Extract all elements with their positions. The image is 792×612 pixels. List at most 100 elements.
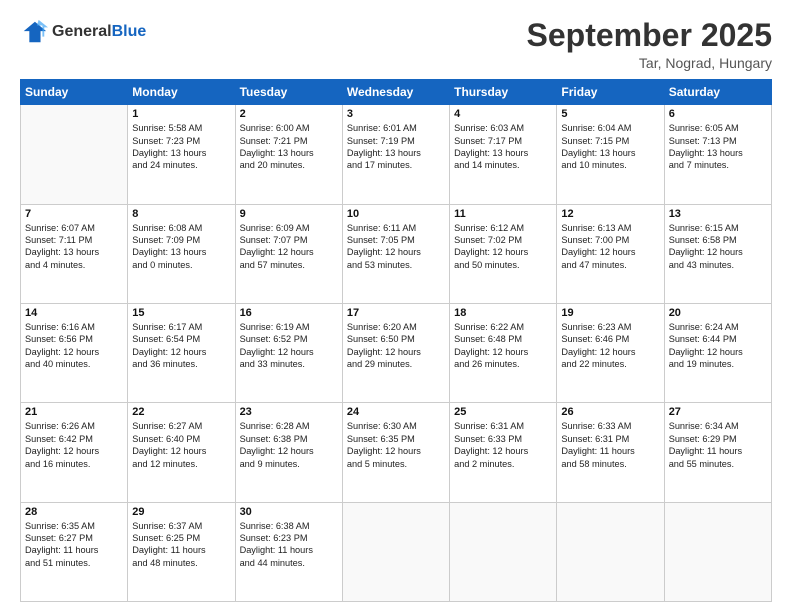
day-number: 27 [669, 406, 767, 418]
cell-info: Sunrise: 6:13 AMSunset: 7:00 PMDaylight:… [561, 222, 659, 272]
calendar-body: 1 Sunrise: 5:58 AMSunset: 7:23 PMDaylight… [21, 105, 772, 602]
calendar-cell: 10 Sunrise: 6:11 AMSunset: 7:05 PMDayligh… [342, 204, 449, 303]
calendar-cell: 11 Sunrise: 6:12 AMSunset: 7:02 PMDayligh… [450, 204, 557, 303]
month-title: September 2025 [527, 18, 772, 53]
calendar-header-row: SundayMondayTuesdayWednesdayThursdayFrid… [21, 80, 772, 105]
calendar-cell [557, 502, 664, 601]
calendar-cell: 6 Sunrise: 6:05 AMSunset: 7:13 PMDaylight… [664, 105, 771, 204]
cell-info: Sunrise: 6:28 AMSunset: 6:38 PMDaylight:… [240, 420, 338, 470]
day-number: 17 [347, 307, 445, 319]
calendar-cell: 15Sunrise: 6:17 AMSunset: 6:54 PMDayligh… [128, 303, 235, 402]
calendar-cell [21, 105, 128, 204]
logo-icon [20, 18, 48, 46]
cell-info: Sunrise: 6:07 AMSunset: 7:11 PMDaylight:… [25, 222, 123, 272]
cell-info: Sunrise: 6:26 AMSunset: 6:42 PMDaylight:… [25, 420, 123, 470]
calendar-cell: 20 Sunrise: 6:24 AMSunset: 6:44 PMDayligh… [664, 303, 771, 402]
cell-info: Sunrise: 6:30 AMSunset: 6:35 PMDaylight:… [347, 420, 445, 470]
day-number: 9 [240, 208, 338, 220]
day-number: 6 [669, 108, 767, 120]
cell-info: Sunrise: 6:22 AMSunset: 6:48 PMDaylight:… [454, 321, 552, 371]
calendar-cell: 9 Sunrise: 6:09 AMSunset: 7:07 PMDaylight… [235, 204, 342, 303]
cell-info: Sunrise: 6:37 AMSunset: 6:25 PMDaylight:… [132, 520, 230, 570]
cell-info: Sunrise: 6:19 AMSunset: 6:52 PMDaylight:… [240, 321, 338, 371]
calendar-cell: 29 Sunrise: 6:37 AMSunset: 6:25 PMDayligh… [128, 502, 235, 601]
calendar-cell: 30Sunrise: 6:38 AMSunset: 6:23 PMDayligh… [235, 502, 342, 601]
calendar-cell: 13 Sunrise: 6:15 AMSunset: 6:58 PMDayligh… [664, 204, 771, 303]
day-number: 13 [669, 208, 767, 220]
day-header-wednesday: Wednesday [342, 80, 449, 105]
day-number: 10 [347, 208, 445, 220]
day-header-tuesday: Tuesday [235, 80, 342, 105]
header: GeneralBlue September 2025 Tar, Nograd, … [20, 18, 772, 71]
day-number: 1 [132, 108, 230, 120]
day-header-sunday: Sunday [21, 80, 128, 105]
calendar-cell: 1 Sunrise: 5:58 AMSunset: 7:23 PMDaylight… [128, 105, 235, 204]
day-number: 5 [561, 108, 659, 120]
calendar-cell: 24Sunrise: 6:30 AMSunset: 6:35 PMDayligh… [342, 403, 449, 502]
day-number: 16 [240, 307, 338, 319]
day-number: 20 [669, 307, 767, 319]
cell-info: Sunrise: 6:24 AMSunset: 6:44 PMDaylight:… [669, 321, 767, 371]
day-header-monday: Monday [128, 80, 235, 105]
calendar-cell [342, 502, 449, 601]
calendar-cell: 22 Sunrise: 6:27 AMSunset: 6:40 PMDayligh… [128, 403, 235, 502]
day-header-friday: Friday [557, 80, 664, 105]
calendar-week-row: 21Sunrise: 6:26 AMSunset: 6:42 PMDayligh… [21, 403, 772, 502]
cell-info: Sunrise: 5:58 AMSunset: 7:23 PMDaylight:… [132, 122, 230, 172]
day-number: 30 [240, 506, 338, 518]
day-number: 7 [25, 208, 123, 220]
logo-blue: Blue [112, 23, 147, 40]
calendar-cell: 7 Sunrise: 6:07 AMSunset: 7:11 PMDaylight… [21, 204, 128, 303]
day-number: 4 [454, 108, 552, 120]
cell-info: Sunrise: 6:03 AMSunset: 7:17 PMDaylight:… [454, 122, 552, 172]
calendar-cell: 18 Sunrise: 6:22 AMSunset: 6:48 PMDayligh… [450, 303, 557, 402]
calendar-cell: 19Sunrise: 6:23 AMSunset: 6:46 PMDayligh… [557, 303, 664, 402]
calendar-cell: 14Sunrise: 6:16 AMSunset: 6:56 PMDayligh… [21, 303, 128, 402]
day-header-saturday: Saturday [664, 80, 771, 105]
day-number: 2 [240, 108, 338, 120]
calendar-week-row: 28Sunrise: 6:35 AMSunset: 6:27 PMDayligh… [21, 502, 772, 601]
cell-info: Sunrise: 6:15 AMSunset: 6:58 PMDaylight:… [669, 222, 767, 272]
calendar-cell: 28Sunrise: 6:35 AMSunset: 6:27 PMDayligh… [21, 502, 128, 601]
day-number: 8 [132, 208, 230, 220]
cell-info: Sunrise: 6:12 AMSunset: 7:02 PMDaylight:… [454, 222, 552, 272]
logo: GeneralBlue [20, 18, 146, 46]
page: GeneralBlue September 2025 Tar, Nograd, … [0, 0, 792, 612]
cell-info: Sunrise: 6:11 AMSunset: 7:05 PMDaylight:… [347, 222, 445, 272]
day-number: 22 [132, 406, 230, 418]
cell-info: Sunrise: 6:20 AMSunset: 6:50 PMDaylight:… [347, 321, 445, 371]
calendar-cell: 4 Sunrise: 6:03 AMSunset: 7:17 PMDaylight… [450, 105, 557, 204]
cell-info: Sunrise: 6:17 AMSunset: 6:54 PMDaylight:… [132, 321, 230, 371]
calendar-week-row: 7 Sunrise: 6:07 AMSunset: 7:11 PMDaylight… [21, 204, 772, 303]
day-header-thursday: Thursday [450, 80, 557, 105]
calendar-cell: 8Sunrise: 6:08 AMSunset: 7:09 PMDaylight… [128, 204, 235, 303]
day-number: 11 [454, 208, 552, 220]
logo-general: General [52, 23, 112, 40]
calendar-cell: 26Sunrise: 6:33 AMSunset: 6:31 PMDayligh… [557, 403, 664, 502]
calendar-cell: 17 Sunrise: 6:20 AMSunset: 6:50 PMDayligh… [342, 303, 449, 402]
location: Tar, Nograd, Hungary [527, 55, 772, 71]
calendar-cell: 16 Sunrise: 6:19 AMSunset: 6:52 PMDayligh… [235, 303, 342, 402]
cell-info: Sunrise: 6:01 AMSunset: 7:19 PMDaylight:… [347, 122, 445, 172]
calendar-cell: 25 Sunrise: 6:31 AMSunset: 6:33 PMDayligh… [450, 403, 557, 502]
day-number: 29 [132, 506, 230, 518]
cell-info: Sunrise: 6:31 AMSunset: 6:33 PMDaylight:… [454, 420, 552, 470]
calendar-cell: 5 Sunrise: 6:04 AMSunset: 7:15 PMDaylight… [557, 105, 664, 204]
day-number: 12 [561, 208, 659, 220]
day-number: 18 [454, 307, 552, 319]
cell-info: Sunrise: 6:35 AMSunset: 6:27 PMDaylight:… [25, 520, 123, 570]
day-number: 3 [347, 108, 445, 120]
day-number: 25 [454, 406, 552, 418]
cell-info: Sunrise: 6:27 AMSunset: 6:40 PMDaylight:… [132, 420, 230, 470]
cell-info: Sunrise: 6:04 AMSunset: 7:15 PMDaylight:… [561, 122, 659, 172]
cell-info: Sunrise: 6:05 AMSunset: 7:13 PMDaylight:… [669, 122, 767, 172]
calendar-cell [450, 502, 557, 601]
cell-info: Sunrise: 6:09 AMSunset: 7:07 PMDaylight:… [240, 222, 338, 272]
calendar-table: SundayMondayTuesdayWednesdayThursdayFrid… [20, 79, 772, 602]
day-number: 26 [561, 406, 659, 418]
calendar-week-row: 1 Sunrise: 5:58 AMSunset: 7:23 PMDaylight… [21, 105, 772, 204]
calendar-cell: 2Sunrise: 6:00 AMSunset: 7:21 PMDaylight… [235, 105, 342, 204]
calendar-cell: 27 Sunrise: 6:34 AMSunset: 6:29 PMDayligh… [664, 403, 771, 502]
calendar-cell: 21Sunrise: 6:26 AMSunset: 6:42 PMDayligh… [21, 403, 128, 502]
cell-info: Sunrise: 6:34 AMSunset: 6:29 PMDaylight:… [669, 420, 767, 470]
